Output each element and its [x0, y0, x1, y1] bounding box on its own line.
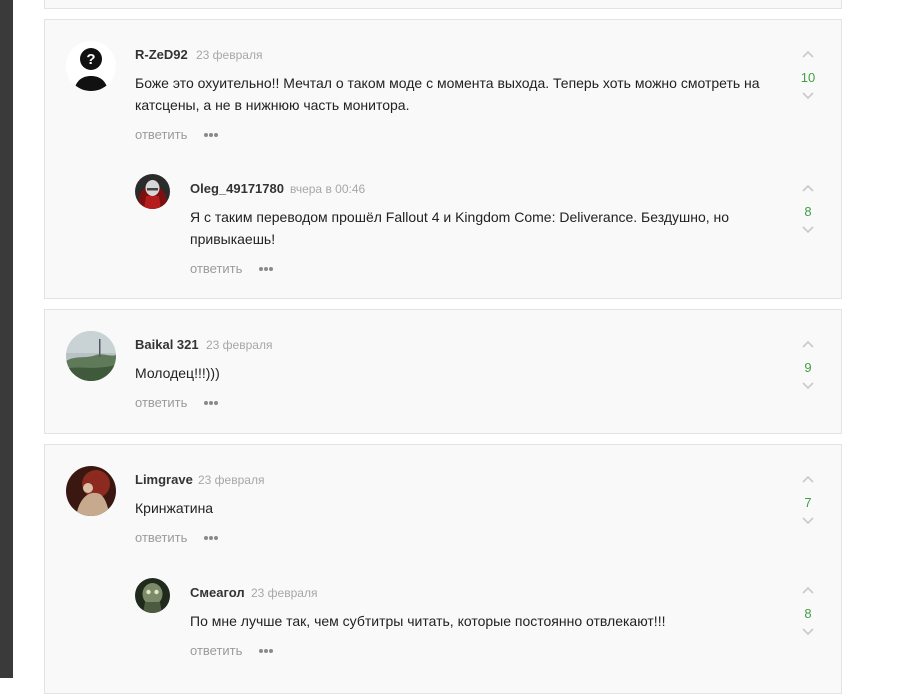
comment: ? R-ZeD92 23 февраля Боже это охуительно… — [45, 20, 841, 142]
comment-date: вчера в 00:46 — [290, 182, 366, 196]
more-options-icon[interactable] — [204, 132, 220, 138]
svg-text:?: ? — [86, 51, 95, 68]
comment: Baikal 321 23 февраля Молодец!!!))) отве… — [45, 310, 841, 430]
downvote-icon[interactable] — [796, 226, 820, 240]
comment-text: Молодец!!!))) — [135, 365, 220, 381]
upvote-icon[interactable] — [796, 586, 820, 600]
more-options-icon[interactable] — [259, 648, 275, 654]
comment-score: 10 — [800, 70, 816, 85]
reply-button[interactable]: ответить — [190, 643, 242, 658]
comment-text: Я с таким переводом прошёл Fallout 4 и K… — [190, 209, 730, 247]
comment-thread-card: ? R-ZeD92 23 февраля Боже это охуительно… — [44, 19, 842, 299]
comment-author[interactable]: Смеагол — [190, 585, 245, 600]
reply-button[interactable]: ответить — [135, 127, 187, 142]
comment-score: 7 — [804, 495, 812, 510]
upvote-icon[interactable] — [796, 475, 820, 489]
landscape-avatar[interactable] — [66, 331, 116, 381]
comment-author[interactable]: Baikal 321 — [135, 337, 199, 352]
vote-widget: 8 — [796, 184, 820, 240]
vote-widget: 10 — [796, 50, 820, 106]
downvote-icon[interactable] — [796, 628, 820, 642]
upvote-icon[interactable] — [796, 184, 820, 198]
comment-date: 23 февраля — [196, 48, 263, 62]
left-page-edge — [0, 0, 13, 678]
upvote-icon[interactable] — [796, 340, 820, 354]
downvote-icon[interactable] — [796, 517, 820, 531]
comment-date: 23 февраля — [251, 586, 318, 600]
comment-date: 23 февраля — [198, 473, 265, 487]
vote-widget: 9 — [796, 340, 820, 396]
upvote-icon[interactable] — [796, 50, 820, 64]
more-options-icon[interactable] — [259, 266, 275, 272]
reply-button[interactable]: ответить — [135, 395, 187, 410]
comment-text: Боже это охуительно!! Мечтал о таком мод… — [135, 75, 760, 113]
comment-thread-card: Limgrave 23 февраля Кринжатина ответить … — [44, 444, 842, 694]
comment-text: По мне лучше так, чем субтитры читать, к… — [190, 613, 666, 629]
comment-author[interactable]: Oleg_49171780 — [190, 181, 284, 196]
comment-date: 23 февраля — [206, 338, 273, 352]
comment-score: 8 — [804, 606, 812, 621]
gollum-avatar[interactable] — [135, 578, 170, 613]
reply-button[interactable]: ответить — [190, 261, 242, 276]
hooded-figure-avatar[interactable] — [135, 174, 170, 209]
comment: Limgrave 23 февраля Кринжатина ответить … — [45, 445, 841, 565]
vote-widget: 7 — [796, 475, 820, 531]
vote-widget: 8 — [796, 586, 820, 642]
comment-thread-card: Baikal 321 23 февраля Молодец!!!))) отве… — [44, 309, 842, 434]
comment-score: 8 — [804, 204, 812, 219]
reply-button[interactable]: ответить — [135, 530, 187, 545]
painting-avatar[interactable] — [66, 466, 116, 516]
comment-author[interactable]: Limgrave — [135, 472, 193, 487]
more-options-icon[interactable] — [204, 535, 220, 541]
default-user-avatar[interactable]: ? — [66, 41, 116, 91]
downvote-icon[interactable] — [796, 382, 820, 396]
more-options-icon[interactable] — [204, 400, 220, 406]
reply-comment: Oleg_49171780 вчера в 00:46 Я с таким пе… — [45, 154, 841, 276]
reply-comment: Смеагол 23 февраля По мне лучше так, чем… — [45, 558, 841, 678]
comment-text: Кринжатина — [135, 500, 214, 516]
downvote-icon[interactable] — [796, 92, 820, 106]
comment-score: 9 — [804, 360, 812, 375]
comment-author[interactable]: R-ZeD92 — [135, 47, 188, 62]
previous-comment-card — [44, 0, 842, 9]
